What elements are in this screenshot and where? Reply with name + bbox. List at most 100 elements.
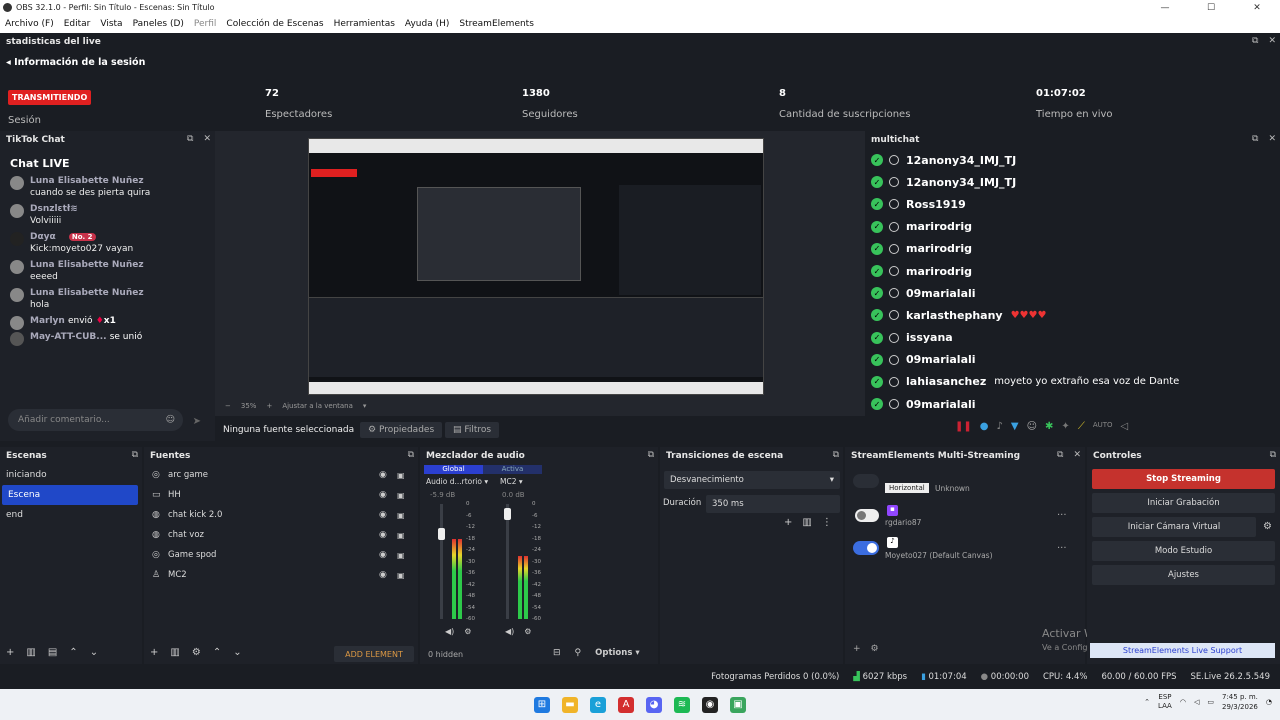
link-icon[interactable]: ⚲: [575, 648, 582, 658]
volume-slider-handle[interactable]: [438, 528, 445, 540]
arrow-down-icon[interactable]: ⌄: [90, 647, 98, 658]
gear-icon[interactable]: ⚙: [524, 627, 531, 636]
duration-input[interactable]: 350 ms: [706, 495, 840, 513]
menu-streamelements[interactable]: StreamElements: [454, 19, 539, 29]
menu-paneles[interactable]: Paneles (D): [128, 19, 189, 29]
menu-herramientas[interactable]: Herramientas: [329, 19, 400, 29]
source-item[interactable]: ◍ chat voz ◉ ▣: [144, 525, 418, 545]
clock[interactable]: 7:45 p. m. 29/3/2026: [1222, 692, 1258, 712]
eye-icon[interactable]: ◉: [379, 510, 387, 520]
float-icon[interactable]: ⧉: [1252, 134, 1258, 144]
battery-icon[interactable]: ▭: [1207, 698, 1214, 706]
studio-mode-button[interactable]: Modo Estudio: [1092, 541, 1275, 561]
add-icon[interactable]: +: [784, 517, 792, 528]
emote-icon[interactable]: ☺: [1027, 421, 1037, 432]
volume-icon[interactable]: ◁: [1194, 698, 1199, 706]
volume-icon[interactable]: ◁: [1121, 421, 1129, 432]
trash-icon[interactable]: ▥: [170, 647, 179, 658]
float-icon[interactable]: ⧉: [1252, 36, 1258, 46]
toggle-twitch[interactable]: [855, 509, 879, 522]
source-item[interactable]: ▭ HH ◉ ▣: [144, 485, 418, 505]
zoom-in-icon[interactable]: +: [266, 402, 272, 410]
layout-icon[interactable]: ⊟: [553, 648, 561, 658]
menu-coleccion[interactable]: Colección de Escenas: [221, 19, 328, 29]
more-icon[interactable]: ···: [1057, 510, 1067, 521]
lock-icon[interactable]: ▣: [397, 491, 405, 500]
lock-icon[interactable]: ▣: [397, 531, 405, 540]
gear-icon[interactable]: ⚙: [1263, 521, 1272, 532]
float-icon[interactable]: ⧉: [408, 450, 414, 460]
chevron-up-icon[interactable]: ⌃: [1144, 698, 1150, 706]
start-recording-button[interactable]: Iniciar Grabación: [1092, 493, 1275, 513]
close-icon[interactable]: ✕: [1073, 450, 1081, 460]
close-icon[interactable]: ✕: [1268, 36, 1276, 46]
notification-icon[interactable]: ◔: [1266, 698, 1272, 706]
source-item[interactable]: ◎ arc game ◉ ▣: [144, 465, 418, 485]
settings-icon[interactable]: ✱: [1045, 421, 1053, 432]
add-icon[interactable]: +: [853, 644, 861, 654]
properties-button[interactable]: ⚙ Propiedades: [360, 422, 443, 438]
trash-icon[interactable]: ▥: [26, 647, 35, 658]
menu-ayuda[interactable]: Ayuda (H): [400, 19, 454, 29]
toggle-tiktok[interactable]: [853, 541, 879, 555]
more-icon[interactable]: ···: [1057, 543, 1067, 554]
emoji-icon[interactable]: ☺: [166, 415, 175, 425]
fit-label[interactable]: Ajustar a la ventana: [282, 402, 353, 410]
close-icon[interactable]: ✕: [1234, 3, 1280, 13]
obs-icon[interactable]: ◉: [702, 696, 718, 713]
settings-button[interactable]: Ajustes: [1092, 565, 1275, 585]
menu-editar[interactable]: Editar: [59, 19, 96, 29]
float-icon[interactable]: ⧉: [648, 450, 654, 460]
channel-2-name[interactable]: MC2 ▾: [500, 477, 523, 486]
volume-icon[interactable]: ◀): [445, 627, 454, 636]
add-icon[interactable]: +: [150, 647, 158, 658]
float-icon[interactable]: ⧉: [1057, 450, 1063, 460]
scene-item[interactable]: end: [0, 505, 142, 525]
lock-icon[interactable]: ▣: [397, 471, 405, 480]
zoom-out-icon[interactable]: −: [225, 402, 231, 410]
scene-item-selected[interactable]: Escena: [2, 485, 138, 505]
filter-icon[interactable]: ▼: [1011, 421, 1019, 432]
comment-input[interactable]: Añadir comentario... ☺: [8, 409, 183, 431]
discord-icon[interactable]: ◕: [646, 696, 662, 713]
auto-icon[interactable]: AUTO: [1093, 421, 1113, 432]
menu-vista[interactable]: Vista: [95, 19, 127, 29]
filters-button[interactable]: ▤ Filtros: [445, 422, 500, 438]
wifi-icon[interactable]: ◠: [1180, 698, 1186, 706]
close-icon[interactable]: ✕: [1268, 134, 1276, 144]
float-icon[interactable]: ⧉: [833, 450, 839, 460]
lock-icon[interactable]: ▣: [397, 511, 405, 520]
preview-canvas[interactable]: [308, 138, 764, 395]
eye-icon[interactable]: ◉: [379, 550, 387, 560]
sparkle-icon[interactable]: ✦: [1061, 421, 1069, 432]
source-item[interactable]: ◍ chat kick 2.0 ◉ ▣: [144, 505, 418, 525]
gear-icon[interactable]: ⚙: [464, 627, 471, 636]
chevron-down-icon[interactable]: ▾: [363, 402, 367, 410]
file-explorer-icon[interactable]: ▬: [562, 696, 578, 713]
maximize-icon[interactable]: ☐: [1188, 3, 1234, 13]
volume-icon[interactable]: ◀): [505, 627, 514, 636]
toggle-horizontal[interactable]: [853, 474, 879, 488]
eye-icon[interactable]: ◉: [379, 490, 387, 500]
pause-icon[interactable]: ❚❚: [955, 421, 972, 432]
arrow-up-icon[interactable]: ⌃: [213, 647, 221, 658]
volume-slider-track[interactable]: [506, 504, 509, 619]
eye-icon[interactable]: ◉: [379, 470, 387, 480]
menu-archivo[interactable]: Archivo (F): [0, 19, 59, 29]
eye-icon[interactable]: ◉: [379, 530, 387, 540]
more-icon[interactable]: ⋮: [822, 517, 832, 528]
minimize-icon[interactable]: —: [1142, 3, 1188, 13]
arrow-down-icon[interactable]: ⌄: [233, 647, 241, 658]
close-icon[interactable]: ✕: [203, 134, 211, 144]
options-button[interactable]: Options ▾: [595, 648, 639, 658]
windows-start-icon[interactable]: ⊞: [534, 696, 550, 713]
transition-select[interactable]: Desvanecimiento ▾: [664, 471, 840, 489]
volume-slider-track[interactable]: [440, 504, 443, 619]
gear-icon[interactable]: ⚙: [871, 644, 879, 654]
volume-slider-handle[interactable]: [504, 508, 511, 520]
add-icon[interactable]: +: [6, 647, 14, 658]
start-virtual-camera-button[interactable]: Iniciar Cámara Virtual: [1092, 517, 1256, 537]
chat-bubble-icon[interactable]: ●: [980, 421, 989, 432]
lock-icon[interactable]: ▣: [397, 571, 405, 580]
tab-active[interactable]: Activa: [483, 465, 542, 474]
